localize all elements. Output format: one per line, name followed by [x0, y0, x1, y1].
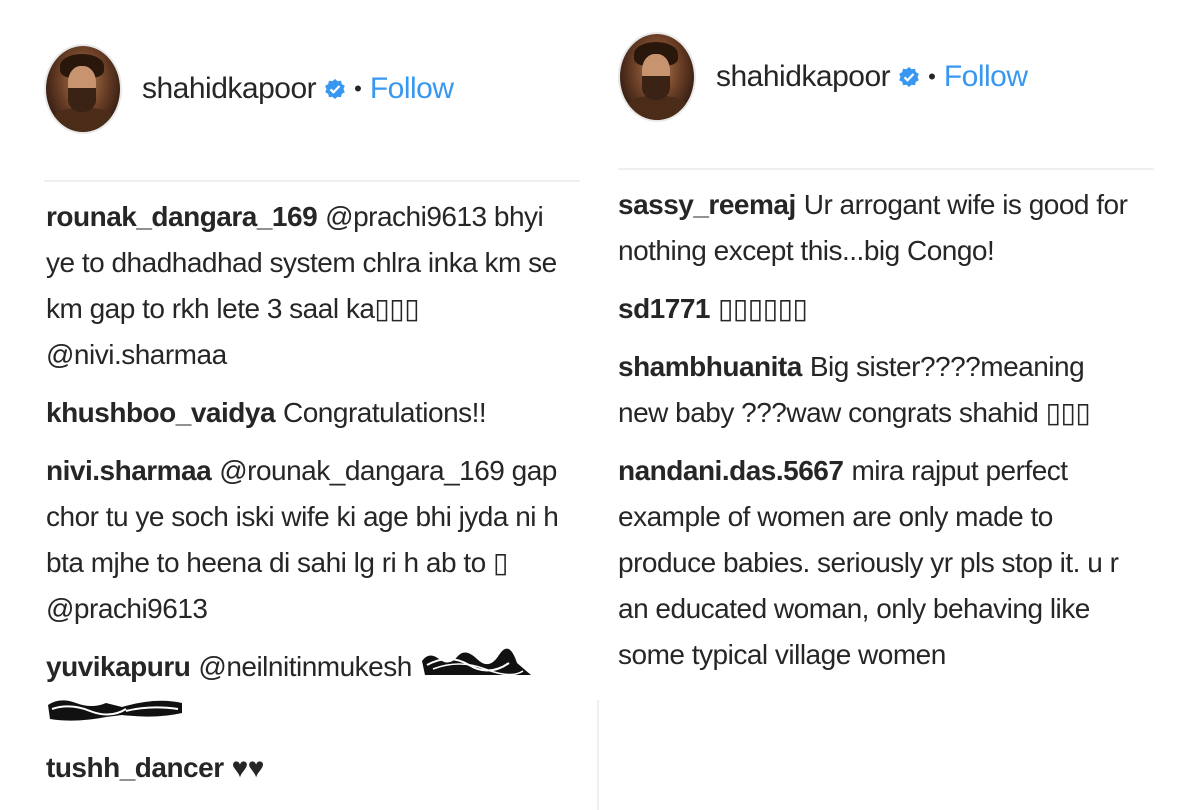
- comment-username[interactable]: nandani.das.5667: [618, 455, 844, 486]
- panel-separator: [597, 700, 599, 810]
- verified-badge-icon: [324, 78, 346, 100]
- comment-username[interactable]: nivi.sharmaa: [46, 455, 212, 486]
- comment-text: @neilnitinmukesh: [198, 651, 412, 682]
- comment-list: rounak_dangara_169 @prachi9613 bhyi ye to…: [46, 194, 566, 791]
- comment-text: ♥♥: [231, 751, 265, 783]
- comment-username[interactable]: sassy_reemaj: [618, 189, 796, 220]
- comment-username[interactable]: yuvikapuru: [46, 651, 191, 682]
- comment-item: sassy_reemaj Ur arrogant wife is good for…: [618, 182, 1138, 274]
- redaction-scribble: [46, 693, 566, 733]
- separator-dot: •: [354, 76, 362, 101]
- comment-text: mira rajput perfect example of women are…: [618, 455, 1119, 670]
- comment-item: nandani.das.5667 mira rajput perfect exam…: [618, 448, 1138, 678]
- comment-text: ▯▯▯▯▯▯: [717, 293, 808, 324]
- post-header: shahidkapoor • Follow: [618, 32, 1028, 122]
- comment-username[interactable]: sd1771: [618, 293, 710, 324]
- comment-item: nivi.sharmaa @rounak_dangara_169 gap chor…: [46, 448, 566, 632]
- comment-text: Congratulations!!: [283, 397, 487, 428]
- comment-username[interactable]: khushboo_vaidya: [46, 397, 276, 428]
- header-divider: [618, 168, 1154, 170]
- right-comment-panel: shahidkapoor • Follow sassy_reemaj Ur arr…: [600, 0, 1200, 810]
- left-comment-panel: shahidkapoor • Follow rounak_dangara_169…: [0, 0, 600, 810]
- header-divider: [44, 180, 580, 182]
- comment-item: yuvikapuru @neilnitinmukesh: [46, 644, 566, 733]
- username-link[interactable]: shahidkapoor: [716, 60, 891, 94]
- comment-item: sd1771 ▯▯▯▯▯▯: [618, 286, 1138, 332]
- separator-dot: •: [928, 64, 936, 89]
- username-link[interactable]: shahidkapoor: [142, 72, 317, 106]
- profile-avatar[interactable]: [618, 32, 696, 122]
- post-header: shahidkapoor • Follow: [44, 44, 454, 134]
- comment-username[interactable]: rounak_dangara_169: [46, 201, 318, 232]
- verified-badge-icon: [898, 66, 920, 88]
- comment-item: rounak_dangara_169 @prachi9613 bhyi ye to…: [46, 194, 566, 378]
- comment-item: shambhuanita Big sister????meaning new ba…: [618, 344, 1138, 436]
- comment-list: sassy_reemaj Ur arrogant wife is good for…: [618, 182, 1138, 678]
- profile-avatar[interactable]: [44, 44, 122, 134]
- comment-username[interactable]: shambhuanita: [618, 351, 802, 382]
- comment-username[interactable]: tushh_dancer: [46, 752, 224, 783]
- redaction-scribble: [419, 645, 534, 693]
- follow-button[interactable]: Follow: [944, 60, 1028, 94]
- comment-item: tushh_dancer ♥♥: [46, 745, 566, 791]
- comment-item: khushboo_vaidya Congratulations!!: [46, 390, 566, 436]
- follow-button[interactable]: Follow: [370, 72, 454, 106]
